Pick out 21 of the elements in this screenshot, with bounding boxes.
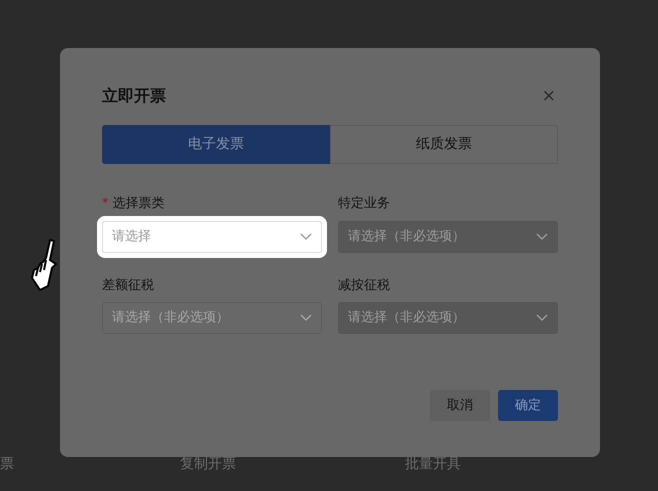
- tab[interactable]: 电子发票: [102, 125, 330, 164]
- select-field: 请选择（非必选项）: [338, 220, 558, 252]
- background-text: 票: [0, 455, 15, 474]
- field-label: 选择票类: [112, 196, 164, 211]
- dialog-title: 立即开票: [102, 85, 166, 107]
- chevron-down-icon: [300, 232, 312, 240]
- background-text: 复制开票: [180, 455, 237, 474]
- close-button[interactable]: ×: [540, 88, 558, 104]
- chevron-down-icon: [300, 314, 312, 322]
- select-field: 请选择（非必选项）: [338, 302, 558, 334]
- cancel-button[interactable]: 取消: [430, 390, 490, 421]
- field-label: 差额征税: [102, 276, 155, 294]
- required-mark: *: [102, 196, 108, 211]
- background-text: 批量开具: [405, 455, 462, 474]
- select-field[interactable]: 请选择（非必选项）: [102, 302, 322, 334]
- tab[interactable]: 纸质发票: [330, 125, 558, 164]
- chevron-down-icon: [536, 314, 548, 322]
- confirm-button[interactable]: 确定: [498, 390, 558, 421]
- field-label: 减按征税: [338, 276, 391, 294]
- field-label: 特定业务: [338, 195, 391, 213]
- chevron-down-icon: [536, 232, 548, 240]
